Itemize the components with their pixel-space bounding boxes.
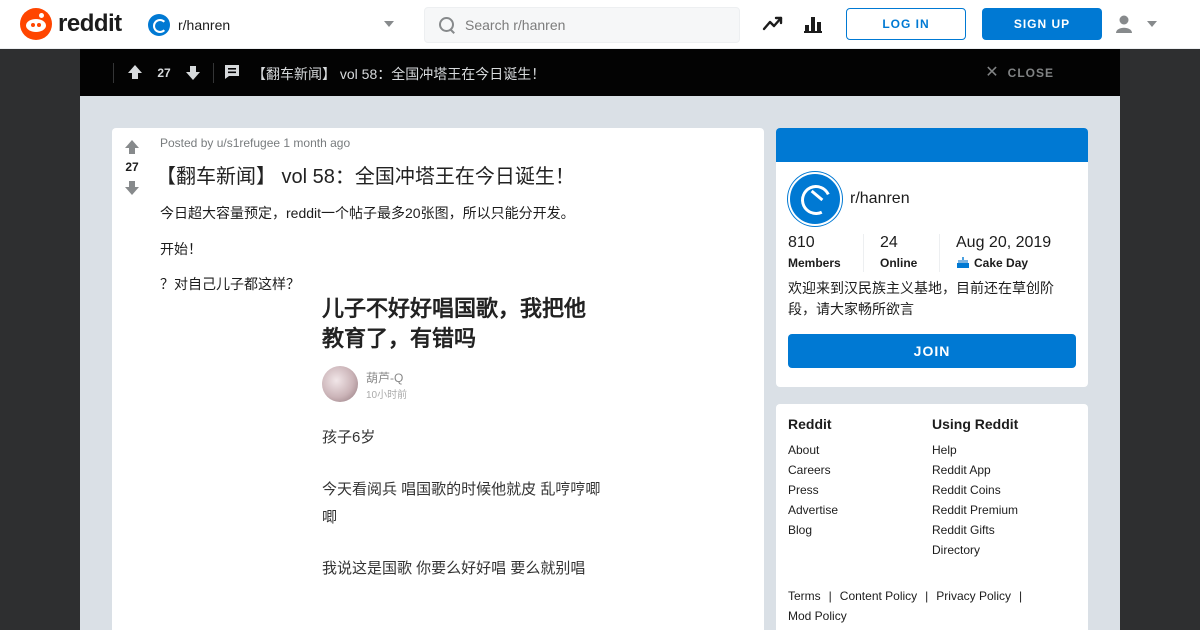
footer-link[interactable]: Advertise <box>788 500 838 520</box>
community-name: r/hanren <box>178 17 231 33</box>
reddit-snoo-icon <box>20 8 52 40</box>
members-count: 810 <box>788 234 815 251</box>
signup-button[interactable]: SIGN UP <box>982 8 1102 40</box>
members-label: Members <box>788 256 841 270</box>
close-label: CLOSE <box>1007 66 1054 80</box>
privacy-policy-link[interactable]: Privacy Policy <box>936 589 1011 603</box>
community-icon <box>788 172 842 226</box>
login-button[interactable]: LOG IN <box>846 8 966 40</box>
divider <box>939 234 940 272</box>
post-meta: Posted by u/s1refugee 1 month ago <box>160 136 351 150</box>
search-icon <box>439 17 455 33</box>
close-icon: ✕ <box>985 64 1000 81</box>
image-timestamp: 10小时前 <box>366 390 408 401</box>
online-stat: 24 Online <box>880 234 917 270</box>
chevron-down-icon <box>1147 21 1157 27</box>
community-dropdown[interactable]: r/hanren <box>148 12 398 38</box>
stats-icon[interactable] <box>802 13 824 35</box>
search-input[interactable] <box>465 17 725 33</box>
footer-link[interactable]: About <box>788 440 838 460</box>
footer-column-using-reddit: Using Reddit Help Reddit App Reddit Coin… <box>932 416 1018 560</box>
post-title: 【翻车新闻】 vol 58：全国冲塔王在今日诞生！ <box>156 166 575 188</box>
terms-link[interactable]: Terms <box>788 589 821 603</box>
upvote-icon[interactable] <box>127 64 143 80</box>
community-banner <box>776 128 1088 162</box>
footer-link[interactable]: Careers <box>788 460 838 480</box>
divider <box>213 63 214 83</box>
close-button[interactable]: ✕ CLOSE <box>985 64 1054 81</box>
reddit-logo[interactable]: reddit <box>20 8 122 40</box>
post-image[interactable]: 儿子不好好唱国歌，我把他教育了，有错吗 葫芦-Q 10小时前 孩子6岁 今天看阅… <box>308 290 608 630</box>
post-card: 27 Posted by u/s1refugee 1 month ago 【翻车… <box>112 128 764 630</box>
top-header: reddit r/hanren LOG IN SIGN UP <box>0 0 1200 49</box>
post-top-bar: 27 【翻车新闻】 vol 58：全国冲塔王在今日诞生！ ✕ CLOSE <box>80 49 1120 96</box>
footer-links-card: Reddit About Careers Press Advertise Blo… <box>776 404 1088 630</box>
downvote-icon[interactable] <box>124 180 140 196</box>
content-policy-link[interactable]: Content Policy <box>840 589 917 603</box>
image-username: 葫芦-Q <box>366 371 404 385</box>
footer-heading: Using Reddit <box>932 416 1019 432</box>
upvote-icon[interactable] <box>124 139 140 155</box>
cake-day-label: Cake Day <box>974 256 1029 270</box>
members-stat: 810 Members <box>788 234 841 270</box>
policy-links: Terms | Content Policy | Privacy Policy | Mod … <box>788 589 1023 623</box>
footer-column-reddit: Reddit About Careers Press Advertise Blo… <box>788 416 838 540</box>
community-description: 欢迎来到汉民族主义基地，目前还在草创阶段，请大家畅所欲言 <box>788 280 1054 317</box>
divider <box>113 63 114 83</box>
trending-icon[interactable] <box>762 13 784 35</box>
downvote-icon[interactable] <box>185 65 201 81</box>
footer-heading: Reddit <box>788 416 832 432</box>
image-text-line: 今天看阅兵 唱国歌的时候他就皮 乱哼哼唧唧 <box>322 481 601 526</box>
footer-link[interactable]: Directory <box>932 540 1018 560</box>
footer-link[interactable]: Help <box>932 440 1018 460</box>
user-icon <box>1116 15 1132 33</box>
community-icon <box>148 14 170 36</box>
footer-link[interactable]: Reddit Coins <box>932 480 1018 500</box>
cake-day-date: Aug 20, 2019 <box>956 234 1052 251</box>
image-title: 儿子不好好唱国歌，我把他教育了，有错吗 <box>322 296 587 351</box>
image-text-line: 孩子6岁 <box>322 429 376 446</box>
post-paragraph: 今日超大容量预定，reddit一个帖子最多20张图，所以只能分开发。 <box>160 205 575 221</box>
cake-day-stat: Aug 20, 2019 Cake Day <box>956 234 1051 270</box>
image-text-line: 我说这是国歌 你要么好好唱 要么就别唱 <box>322 560 586 577</box>
post-score: 27 <box>125 160 139 174</box>
divider <box>863 234 864 272</box>
mod-policy-link[interactable]: Mod Policy <box>788 609 847 623</box>
comment-icon[interactable] <box>223 63 241 81</box>
community-title[interactable]: r/hanren <box>850 190 910 208</box>
footer-link[interactable]: Reddit App <box>932 460 1018 480</box>
avatar <box>322 366 358 402</box>
search-bar <box>424 7 740 43</box>
footer-link[interactable]: Reddit Gifts <box>932 520 1018 540</box>
cake-icon <box>957 257 969 268</box>
about-community-card: r/hanren 810 Members 24 Online Aug 20, 2… <box>776 128 1088 387</box>
footer-link[interactable]: Blog <box>788 520 838 540</box>
logo-wordmark: reddit <box>58 10 122 37</box>
online-count: 24 <box>880 234 898 251</box>
join-button[interactable]: JOIN <box>788 334 1076 368</box>
post-paragraph: 开始！ <box>160 241 202 257</box>
post-title-compact: 【翻车新闻】 vol 58：全国冲塔王在今日诞生！ <box>252 66 546 82</box>
footer-link[interactable]: Press <box>788 480 838 500</box>
post-paragraph: ？对自己儿子都这样？ <box>160 276 300 292</box>
footer-link[interactable]: Reddit Premium <box>932 500 1018 520</box>
online-label: Online <box>880 256 918 270</box>
chevron-down-icon <box>384 21 394 27</box>
post-score: 27 <box>157 66 171 80</box>
